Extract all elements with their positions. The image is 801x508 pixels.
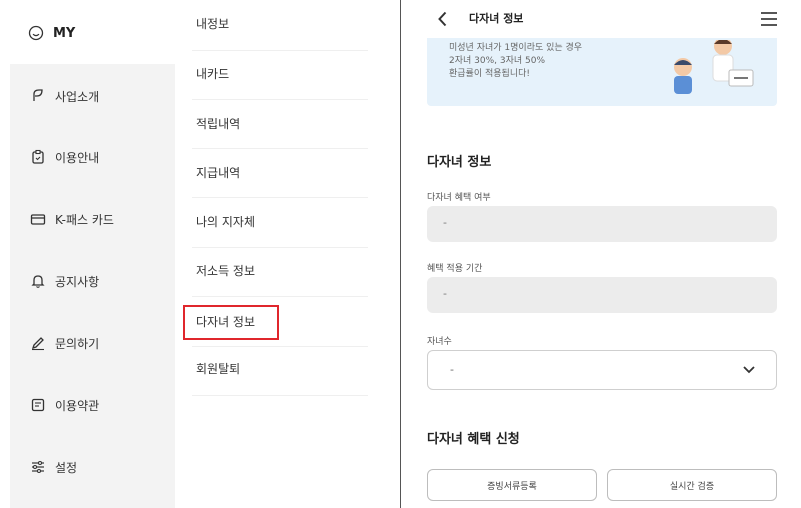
- children-count-select[interactable]: -: [427, 350, 777, 390]
- submenu-item-payment-history[interactable]: 지급내역: [196, 163, 240, 183]
- sidebar-item-business-intro[interactable]: 사업소개: [30, 84, 99, 108]
- submenu-divider: [192, 99, 368, 100]
- submenu-divider: [192, 247, 368, 248]
- submenu-item-my-card[interactable]: 내카드: [196, 64, 229, 84]
- banner-line: 미성년 자녀가 1명이라도 있는 경우: [449, 43, 583, 53]
- banner-line: 환급률이 적용됩니다!: [449, 69, 530, 79]
- section-title-multichild-info: 다자녀 정보: [427, 155, 492, 170]
- section-title-benefit-application: 다자녀 혜택 신청: [427, 432, 520, 447]
- register-documents-button[interactable]: 증빙서류등록: [427, 469, 597, 501]
- submenu-divider: [192, 395, 368, 396]
- submenu-divider: [192, 346, 368, 347]
- submenu-item-withdraw[interactable]: 회원탈퇴: [196, 359, 240, 379]
- banner-line: 2자녀 30%, 3자녀 50%: [449, 56, 546, 66]
- family-illustration-icon: [674, 40, 754, 94]
- field-label-benefit-status: 다자녀 혜택 여부: [427, 193, 491, 203]
- chevron-down-icon: [743, 366, 755, 374]
- submenu-item-savings-history[interactable]: 적립내역: [196, 114, 240, 134]
- hamburger-menu-icon[interactable]: [759, 10, 779, 28]
- children-count-value: -: [450, 363, 454, 376]
- leaf-icon: [33, 89, 43, 101]
- sidebar-item-label: 사업소개: [55, 89, 100, 104]
- menu-screen: MY 사업소개 이용안내 K-패스 카드 공지사항 문의하기 이용약관 설정 내…: [0, 0, 395, 508]
- submenu-item-my-info[interactable]: 내정보: [196, 14, 229, 34]
- sidebar-item-label: 문의하기: [55, 336, 100, 351]
- submenu-item-my-municipality[interactable]: 나의 지자체: [196, 212, 255, 232]
- sidebar-item-terms[interactable]: 이용약관: [30, 393, 99, 417]
- sidebar-item-label: K-패스 카드: [55, 212, 114, 227]
- sidebar-item-notice[interactable]: 공지사항: [30, 269, 99, 293]
- clipboard-icon: [32, 149, 44, 164]
- back-arrow-icon[interactable]: [433, 9, 453, 29]
- submenu-divider: [192, 50, 368, 51]
- sidebar-item-usage-guide[interactable]: 이용안내: [30, 145, 99, 169]
- field-label-benefit-period: 혜택 적용 기간: [427, 264, 483, 274]
- top-bar: 다자녀 정보: [401, 0, 801, 38]
- sidebar-item-settings[interactable]: 설정: [30, 455, 77, 479]
- submenu-divider: [192, 148, 368, 149]
- page-title: 다자녀 정보: [469, 12, 524, 25]
- document-icon: [31, 398, 45, 412]
- info-banner: 미성년 자녀가 1명이라도 있는 경우 2자녀 30%, 3자녀 50% 환급률…: [427, 38, 777, 106]
- settings-icon: [32, 460, 44, 474]
- bell-icon: [31, 275, 45, 288]
- my-header[interactable]: MY: [28, 20, 75, 46]
- sidebar-item-label: 공지사항: [55, 274, 100, 289]
- submenu-item-low-income-info[interactable]: 저소득 정보: [196, 261, 255, 281]
- submenu-divider: [192, 197, 368, 198]
- my-label: MY: [53, 25, 76, 41]
- field-label-children-count: 자녀수: [427, 337, 452, 347]
- benefit-period-value: -: [443, 287, 447, 300]
- sidebar-item-label: 이용안내: [55, 150, 100, 165]
- sidebar-item-label: 설정: [55, 460, 78, 475]
- multichild-info-screen: 다자녀 정보 미성년 자녀가 1명이라도 있는 경우 2자녀 30%, 3자녀 …: [401, 0, 801, 508]
- highlight-box: [183, 305, 279, 340]
- sidebar-item-inquiry[interactable]: 문의하기: [30, 331, 99, 355]
- card-icon: [30, 214, 46, 225]
- pencil-icon: [31, 337, 44, 351]
- submenu-divider: [192, 296, 368, 297]
- benefit-status-value: -: [443, 216, 447, 229]
- sidebar-item-label: 이용약관: [55, 398, 100, 413]
- smile-icon: [28, 25, 44, 41]
- sidebar-item-kpass-card[interactable]: K-패스 카드: [30, 207, 114, 231]
- realtime-verify-button[interactable]: 실시간 검증: [607, 469, 777, 501]
- benefit-period-field: -: [427, 277, 777, 313]
- benefit-status-field: -: [427, 206, 777, 242]
